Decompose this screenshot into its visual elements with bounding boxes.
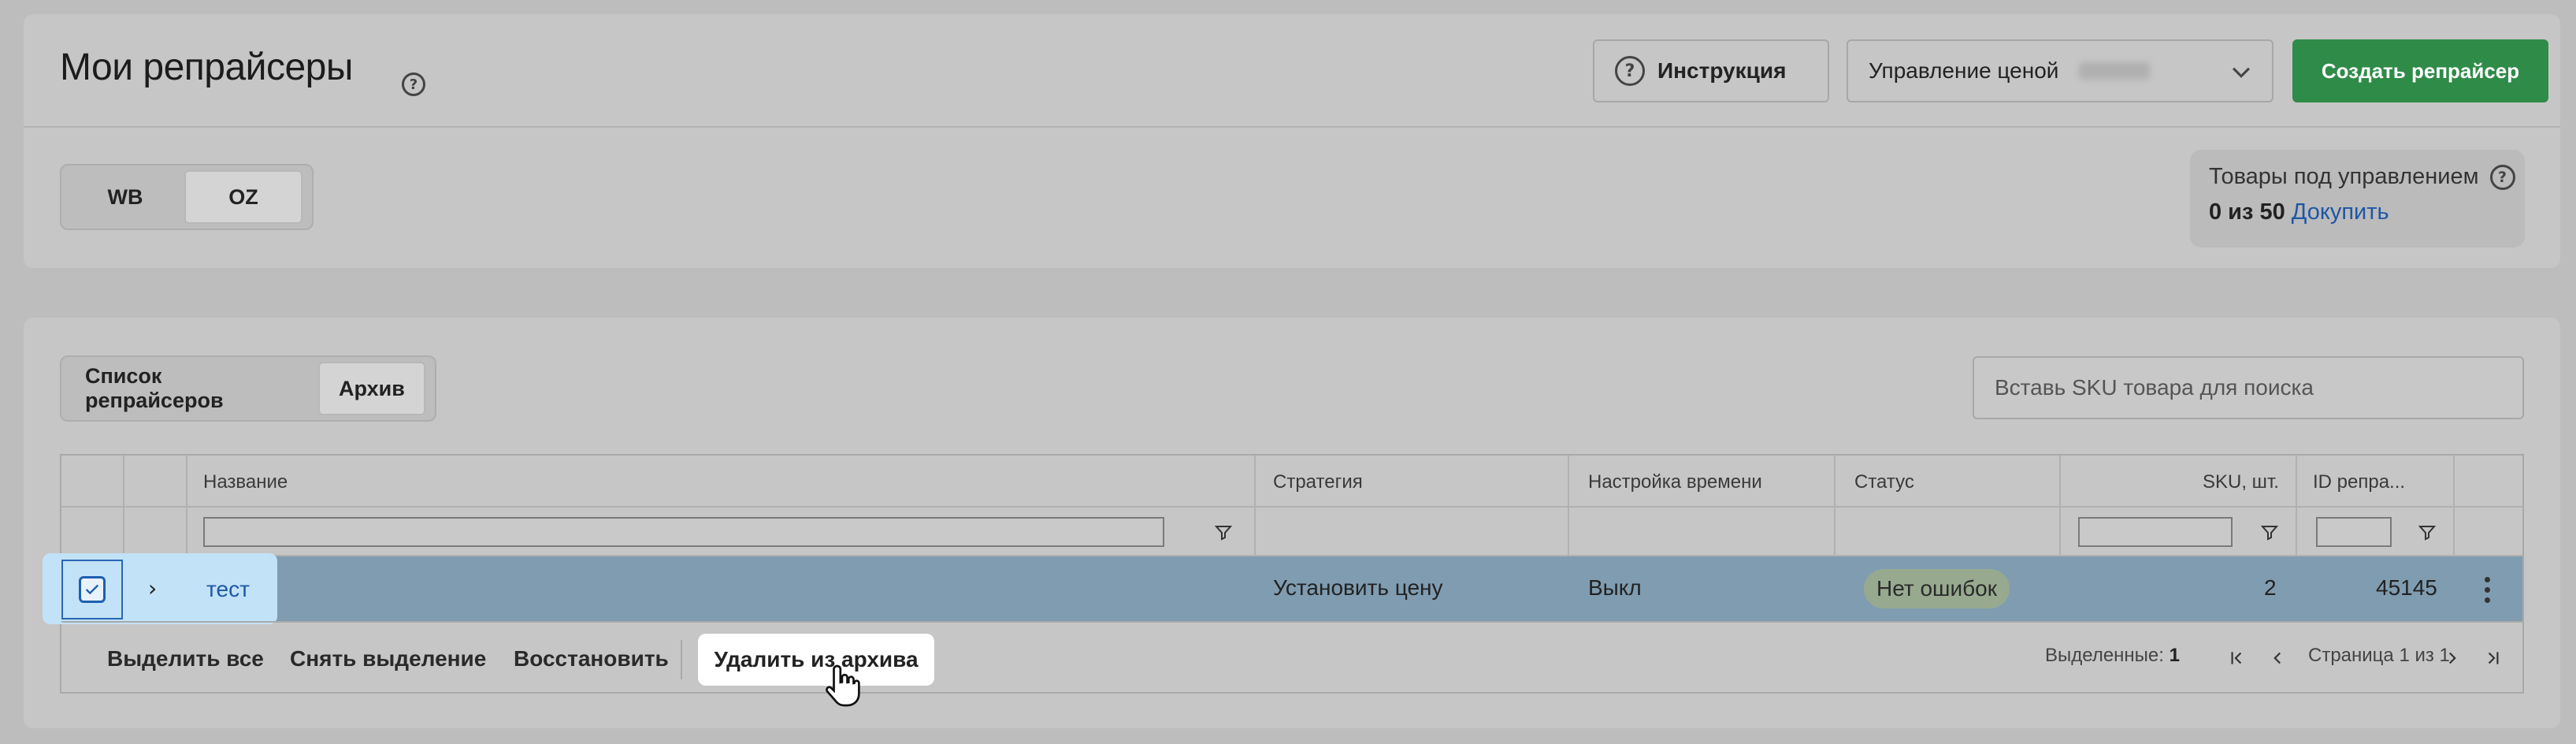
status-badge: Нет ошибок — [1864, 569, 2010, 608]
tab-wb[interactable]: WB — [66, 170, 184, 224]
blurred-value — [2079, 62, 2151, 80]
price-control-select[interactable]: Управление ценой — [1847, 39, 2273, 102]
more-icon[interactable] — [2483, 577, 2491, 604]
managed-goods-box: Товары под управлением ? 0 из 50 Докупить — [2190, 150, 2525, 247]
repricers-header-panel: Мои репрайсеры ? ? Инструкция Управление… — [24, 14, 2560, 268]
tab-archive[interactable]: Архив — [318, 362, 425, 415]
chevron-down-icon — [2232, 67, 2251, 78]
managed-goods-title: Товары под управлением — [2209, 164, 2479, 189]
instruction-button[interactable]: ? Инструкция — [1593, 39, 1829, 102]
selected-count-text: Выделенные: 1 — [2045, 645, 2180, 666]
chevron-right-icon[interactable]: › — [148, 575, 157, 601]
question-icon: ? — [1615, 56, 1645, 86]
id-filter-input[interactable] — [2316, 517, 2392, 547]
sku-filter-input[interactable] — [2078, 517, 2233, 547]
checkmark-icon — [79, 576, 106, 603]
tab-oz[interactable]: OZ — [184, 170, 303, 224]
col-sku[interactable]: SKU, шт. — [2203, 471, 2279, 493]
bulk-actions-bar: Выделить все Снять выделение Восстановит… — [61, 621, 2522, 707]
instruction-label: Инструкция — [1657, 58, 1787, 83]
prev-page-icon[interactable] — [2267, 646, 2288, 670]
marketplace-switch: WB OZ — [60, 164, 314, 230]
table-row[interactable]: › тест Установить цену Выкл Нет ошибок 2… — [43, 553, 2522, 624]
delete-from-archive-label: Удалить из архива — [714, 647, 919, 671]
repricers-list-panel: Список репрайсеров Архив Название Страте… — [24, 318, 2560, 728]
page-indicator: Страница 1 из 1 — [2308, 645, 2450, 666]
repricers-table: Название Стратегия Настройка времени Ста… — [43, 454, 2524, 707]
deselect-button[interactable]: Снять выделение — [290, 646, 486, 671]
price-control-label: Управление ценой — [1869, 58, 2059, 83]
next-page-icon[interactable] — [2442, 646, 2463, 670]
name-filter-input[interactable] — [203, 517, 1164, 547]
last-page-icon[interactable] — [2483, 646, 2504, 670]
create-repricer-button[interactable]: Создать репрайсер — [2292, 39, 2548, 102]
help-icon[interactable]: ? — [2489, 164, 2515, 190]
managed-goods-count: 0 из 50 — [2209, 199, 2285, 225]
filter-icon[interactable] — [2417, 523, 2437, 542]
help-icon[interactable]: ? — [402, 73, 425, 96]
col-name[interactable]: Название — [203, 471, 288, 493]
id-cell: 45145 — [2376, 575, 2437, 600]
tab-repricers-list[interactable]: Список репрайсеров — [66, 362, 318, 415]
first-page-icon[interactable] — [2226, 646, 2247, 670]
sku-cell: 2 — [2264, 575, 2277, 600]
repricer-name-link[interactable]: тест — [206, 577, 250, 602]
col-id[interactable]: ID репра... — [2313, 471, 2405, 493]
divider — [681, 640, 682, 679]
time-setting-cell: Выкл — [1588, 575, 1642, 600]
filter-row — [61, 508, 2522, 556]
filter-icon[interactable] — [2259, 523, 2280, 542]
hand-cursor-icon — [826, 664, 860, 707]
col-strategy[interactable]: Стратегия — [1273, 471, 1363, 493]
list-switch: Список репрайсеров Архив — [60, 355, 436, 422]
col-time-setting[interactable]: Настройка времени — [1588, 471, 1762, 493]
strategy-cell: Установить цену — [1273, 575, 1443, 600]
restore-button[interactable]: Восстановить — [514, 646, 669, 671]
delete-from-archive-button[interactable]: Удалить из архива — [698, 634, 934, 707]
select-all-button[interactable]: Выделить все — [107, 646, 264, 671]
row-checkbox[interactable] — [61, 560, 123, 619]
filter-icon[interactable] — [1213, 523, 1234, 542]
header-row: Мои репрайсеры ? ? Инструкция Управление… — [24, 14, 2560, 128]
page-title: Мои репрайсеры — [60, 46, 353, 88]
table-header: Название Стратегия Настройка времени Ста… — [61, 456, 2522, 508]
buy-more-link[interactable]: Докупить — [2292, 199, 2389, 225]
col-status[interactable]: Статус — [1854, 471, 1914, 493]
sku-search-input[interactable] — [1973, 356, 2524, 419]
